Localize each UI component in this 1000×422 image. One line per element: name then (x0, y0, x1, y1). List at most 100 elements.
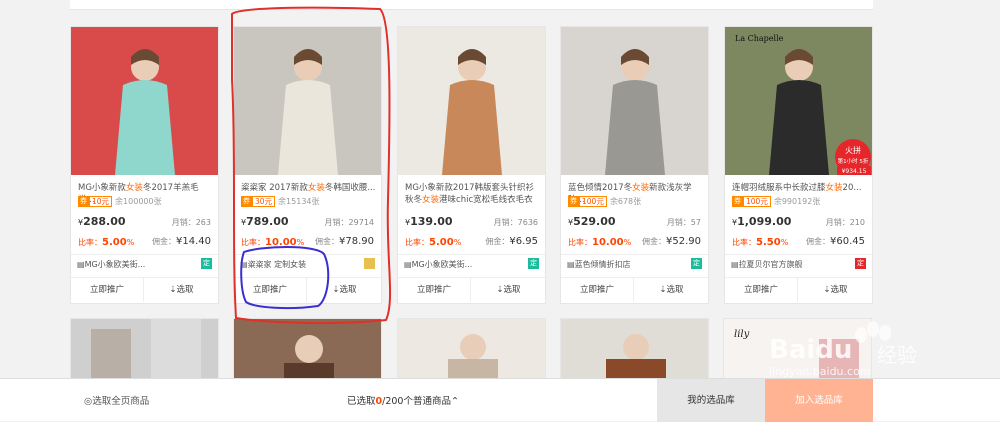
title-prefix: 粢粢家 2017新款 (241, 183, 308, 193)
divider (725, 254, 872, 255)
promote-button[interactable]: 立即推广 (561, 278, 634, 302)
commission: 佣金：¥60.45 (806, 236, 865, 247)
coupon-value: 100元 (743, 195, 771, 207)
shop-icon: ▤ (731, 260, 739, 269)
download-icon: ⇣ (823, 285, 831, 295)
shop-badge: 定 (201, 258, 212, 269)
price-value: 139.00 (410, 215, 453, 228)
select-button[interactable]: ⇣选取 (472, 278, 545, 302)
commission-rate: 比率：5.00% (405, 237, 461, 248)
shop-label: 蓝色倾情折扣店 (574, 260, 631, 269)
product-card[interactable]: MG小象新款女装冬2017羊羔毛学... 券 10元 余100000张 ¥288… (70, 26, 219, 304)
shop-label: 拉夏贝尔官方旗舰 (738, 260, 803, 269)
divider (71, 254, 218, 255)
download-icon: ⇣ (332, 285, 340, 295)
coupon: 券 30元 余15134张 (241, 195, 320, 207)
rate-value: 10.00 (265, 237, 297, 248)
promo-label: 火拼 (845, 145, 861, 155)
commission-value: ¥6.95 (509, 236, 538, 247)
select-label: 选取 (666, 285, 684, 295)
product-image[interactable] (71, 27, 218, 175)
coupon-tag: 券 (568, 195, 579, 207)
promo-price: ¥934.15 (842, 168, 867, 175)
shop-label: 粢粢家 定制女装 (247, 260, 307, 269)
title-suffix: 20... (842, 183, 862, 193)
product-card[interactable]: MG小象新款2017韩版套头针织衫秋冬女装港味chic宽松毛线衣毛衣团 ¥139… (397, 26, 546, 304)
promo-sub: 第1小时 5折 (838, 157, 869, 165)
rate-label: 比率： (568, 238, 592, 247)
product-card[interactable]: 蓝色倾情2017冬女装新款浅灰学院... 券 100元 余678张 ¥529.0… (560, 26, 709, 304)
product-card[interactable]: La Chapelle 火拼 第1小时 5折 ¥934.15 连帽羽绒服系中长款… (724, 26, 873, 304)
commission-label: 佣金： (806, 237, 830, 246)
price: ¥288.00 (78, 215, 126, 228)
rate-label: 比率： (732, 238, 756, 247)
select-label: 选取 (176, 285, 194, 295)
divider (398, 254, 545, 255)
divider (234, 254, 381, 255)
title-highlight: 女装 (422, 195, 440, 205)
shop-badge: 定 (528, 258, 539, 269)
product-title[interactable]: MG小象新款2017韩版套头针织衫秋冬女装港味chic宽松毛线衣毛衣团 (405, 182, 541, 206)
coupon-remaining: 余15134张 (278, 196, 320, 206)
shop-icon: ▤ (404, 260, 412, 269)
shop-name[interactable]: ▤MG小象欧美街... (77, 259, 187, 270)
rate-value: 5.00 (102, 237, 127, 248)
shop-badge: 定 (855, 258, 866, 269)
shop-name[interactable]: ▤拉夏贝尔官方旗舰 (731, 259, 841, 270)
product-card[interactable]: 粢粢家 2017新款女装冬韩国收腰... 券 30元 余15134张 ¥789.… (233, 26, 382, 304)
commission-value: ¥52.90 (666, 236, 701, 247)
promote-button[interactable]: 立即推广 (234, 278, 307, 302)
commission-rate: 比率：10.00% (241, 237, 304, 248)
monthly-sales: 月销：29714 (324, 218, 374, 227)
rate-unit: % (126, 238, 135, 247)
shop-label: MG小象欧美街... (84, 260, 146, 269)
watermark-jingyan: 经验 (877, 343, 917, 367)
coupon-value: 30元 (252, 195, 276, 207)
title-highlight: 女装 (632, 183, 650, 193)
product-image[interactable] (561, 27, 708, 175)
shop-badge (364, 258, 375, 269)
download-icon: ⇣ (496, 285, 504, 295)
product-image[interactable] (398, 27, 545, 175)
shop-badge: 定 (691, 258, 702, 269)
select-button[interactable]: ⇣选取 (145, 278, 218, 302)
filter-bar (70, 0, 873, 10)
price-value: 288.00 (83, 215, 126, 228)
select-button[interactable]: ⇣选取 (799, 278, 872, 302)
shop-name[interactable]: ▤粢粢家 定制女装 (240, 259, 350, 270)
monthly-sales: 月销：57 (666, 218, 701, 227)
select-all-page[interactable]: ◎选取全页商品 (84, 393, 149, 407)
commission-label: 佣金： (485, 237, 510, 246)
price: ¥789.00 (241, 215, 289, 228)
rate-label: 比率： (241, 238, 265, 247)
coupon: 券 100元 余990192张 (732, 195, 820, 207)
shop-name[interactable]: ▤蓝色倾情折扣店 (567, 259, 677, 270)
product-image[interactable] (234, 27, 381, 175)
commission-value: ¥78.90 (339, 236, 374, 247)
commission-label: 佣金： (152, 237, 176, 246)
promote-button[interactable]: 立即推广 (398, 278, 471, 302)
commission: 佣金：¥6.95 (485, 236, 538, 247)
select-button[interactable]: ⇣选取 (635, 278, 708, 302)
promote-button[interactable]: 立即推广 (725, 278, 798, 302)
select-button[interactable]: ⇣选取 (308, 278, 381, 302)
title-prefix: 蓝色倾情2017冬 (568, 183, 633, 193)
title-prefix: 连帽羽绒服系中长款过膝 (732, 183, 826, 193)
coupon-value: 100元 (579, 195, 607, 207)
product-image[interactable]: La Chapelle 火拼 第1小时 5折 ¥934.15 (725, 27, 872, 175)
add-library-button[interactable]: 加入选品库 (765, 379, 873, 422)
rate-unit: % (623, 238, 632, 247)
title-highlight: 女装 (307, 183, 325, 193)
shop-icon: ▤ (77, 260, 85, 269)
rate-value: 5.00 (429, 237, 454, 248)
shop-name[interactable]: ▤MG小象欧美街... (404, 259, 514, 270)
coupon: 券 10元 余100000张 (78, 195, 162, 207)
commission-value: ¥14.40 (176, 236, 211, 247)
my-library-button[interactable]: 我的选品库 (657, 379, 765, 422)
coupon-remaining: 余100000张 (115, 196, 162, 206)
commission-label: 佣金： (315, 237, 339, 246)
selected-count[interactable]: 已选取0/200个普通商品⌃ (347, 393, 459, 407)
coupon-value: 10元 (89, 195, 113, 207)
promote-button[interactable]: 立即推广 (71, 278, 144, 302)
title-highlight: 女装 (125, 183, 143, 193)
